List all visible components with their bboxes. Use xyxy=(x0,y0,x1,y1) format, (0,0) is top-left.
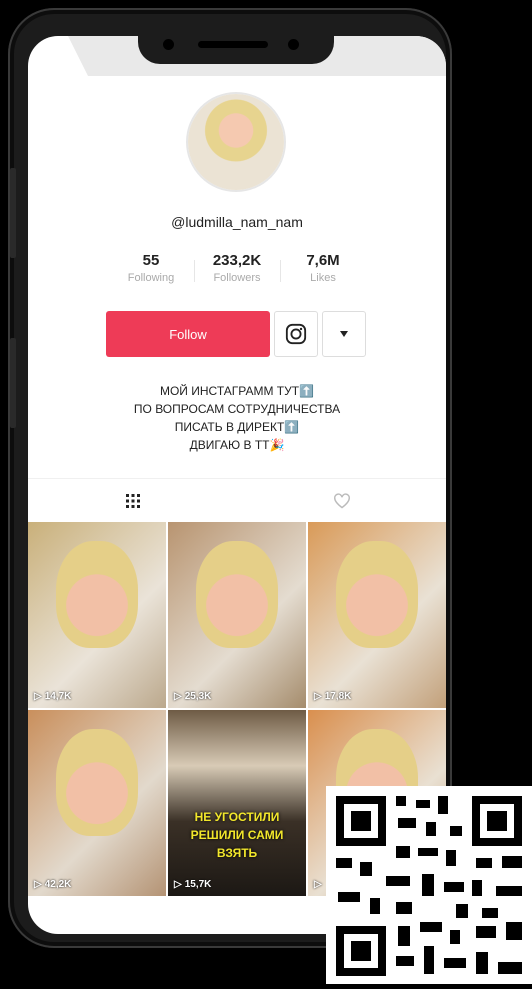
followers-label: Followers xyxy=(213,272,261,284)
profile-stats: 55 Following 233,2K Followers 7,6M Likes xyxy=(108,252,366,284)
video-thumbnail[interactable]: ▷ 42,2K xyxy=(28,710,166,896)
qr-code-icon xyxy=(326,786,532,984)
volume-up-button xyxy=(10,168,16,258)
caption-line: ВЗЯТЬ xyxy=(216,846,258,860)
bio-line: ПИСАТЬ В ДИРЕКТ⬆️ xyxy=(174,420,300,434)
video-preview xyxy=(335,540,419,649)
sensor-icon xyxy=(163,39,174,50)
play-icon: ▷ xyxy=(314,691,322,702)
bio-line: ПО ВОПРОСАМ СОТРУДНИЧЕСТВА xyxy=(133,402,341,416)
bio-line: МОЙ ИНСТАГРАММ ТУТ⬆️ xyxy=(159,384,315,398)
volume-down-button xyxy=(10,338,16,428)
view-count: ▷ xyxy=(314,879,325,890)
play-icon: ▷ xyxy=(314,879,322,890)
follow-button[interactable]: Follow xyxy=(106,311,270,357)
view-count-text: 25,3K xyxy=(184,691,212,702)
phone-notch xyxy=(138,30,334,64)
following-stat[interactable]: 55 Following xyxy=(108,252,194,284)
camera-icon xyxy=(288,39,299,50)
profile-avatar[interactable] xyxy=(188,94,284,190)
play-icon: ▷ xyxy=(174,879,182,890)
view-count: ▷ 14,7K xyxy=(34,691,71,702)
likes-count: 7,6M xyxy=(306,252,340,269)
video-thumbnail[interactable]: ▷ 17,8K xyxy=(308,522,446,708)
caption-line: НЕ УГОСТИЛИ xyxy=(194,810,280,824)
view-count: ▷ 25,3K xyxy=(174,691,211,702)
followers-count: 233,2K xyxy=(212,252,262,269)
view-count: ▷ 15,7K xyxy=(174,879,211,890)
video-preview xyxy=(55,540,139,649)
username: @ludmilla_nam_nam xyxy=(171,214,303,230)
instagram-icon xyxy=(285,323,307,345)
video-thumbnail[interactable]: ▷ 14,7K xyxy=(28,522,166,708)
video-caption: НЕ УГОСТИЛИ РЕШИЛИ САМИ ВЗЯТЬ xyxy=(168,808,306,862)
play-icon: ▷ xyxy=(34,879,42,890)
view-count-text: 17,8K xyxy=(324,691,352,702)
video-preview xyxy=(55,728,139,837)
view-count: ▷ 42,2K xyxy=(34,879,71,890)
tab-videos[interactable] xyxy=(28,479,237,523)
view-count-text: 42,2K xyxy=(44,879,72,890)
video-preview xyxy=(195,540,279,649)
profile-bio: МОЙ ИНСТАГРАММ ТУТ⬆️ ПО ВОПРОСАМ СОТРУДН… xyxy=(28,382,446,454)
more-options-button[interactable] xyxy=(322,311,366,357)
view-count-text: 15,7K xyxy=(184,879,212,890)
qr-code xyxy=(326,786,532,984)
likes-stat[interactable]: 7,6M Likes xyxy=(280,252,366,284)
instagram-button[interactable] xyxy=(274,311,318,357)
play-icon: ▷ xyxy=(34,691,42,702)
play-icon: ▷ xyxy=(174,691,182,702)
video-thumbnail[interactable]: НЕ УГОСТИЛИ РЕШИЛИ САМИ ВЗЯТЬ ▷ 15,7K xyxy=(168,710,306,896)
video-thumbnail[interactable]: ▷ 25,3K xyxy=(168,522,306,708)
view-count: ▷ 17,8K xyxy=(314,691,351,702)
view-count-text: 14,7K xyxy=(44,691,72,702)
caption-line: РЕШИЛИ САМИ xyxy=(190,828,284,842)
heart-icon xyxy=(333,493,350,509)
bio-line: ДВИГАЮ В ТТ🎉 xyxy=(189,438,285,452)
followers-stat[interactable]: 233,2K Followers xyxy=(194,252,280,284)
profile-tabs xyxy=(28,478,446,523)
likes-label: Likes xyxy=(310,272,336,284)
caret-down-icon xyxy=(340,331,348,337)
tab-liked[interactable] xyxy=(237,479,446,523)
following-count: 55 xyxy=(142,252,160,269)
speaker-grille xyxy=(198,41,268,48)
grid-icon xyxy=(125,494,140,508)
following-label: Following xyxy=(127,272,175,284)
